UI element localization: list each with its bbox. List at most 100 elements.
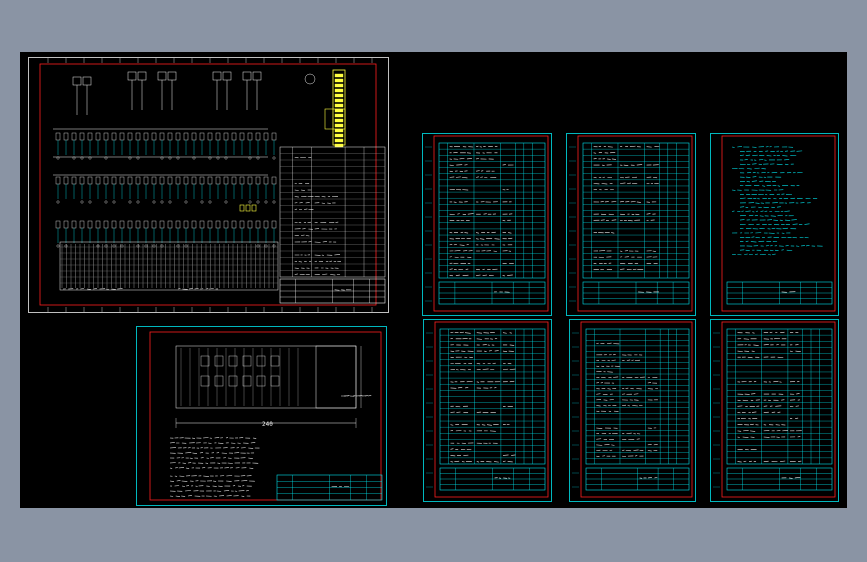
bom-1-cell-text xyxy=(461,177,468,179)
bom-1-cell-text xyxy=(449,268,453,270)
breaker xyxy=(167,132,173,141)
bom-2-cell-text xyxy=(636,164,643,166)
breaker xyxy=(55,132,61,141)
bom-5-cell-text xyxy=(747,356,753,359)
bom-4-cell-text xyxy=(633,393,639,395)
notes-text xyxy=(232,485,236,487)
contact xyxy=(248,200,252,204)
note-line xyxy=(762,185,766,187)
bom-5-cell-text xyxy=(798,460,802,462)
breaker xyxy=(87,176,93,185)
breaker xyxy=(111,176,117,185)
breaker xyxy=(263,220,269,229)
notes-text xyxy=(189,457,193,459)
sheet-bom-4[interactable] xyxy=(569,319,696,502)
breaker xyxy=(103,220,109,229)
legend-text xyxy=(294,196,299,198)
breaker xyxy=(239,132,245,141)
bom-1-cell-text xyxy=(493,250,497,252)
bom-3-cell-text xyxy=(464,332,471,334)
contact xyxy=(184,244,188,248)
breaker xyxy=(231,132,237,141)
component-box xyxy=(242,71,252,81)
contact xyxy=(112,244,116,248)
bom-1-cell-text xyxy=(502,164,506,166)
bom-4-cell-text xyxy=(596,405,601,407)
breaker xyxy=(135,176,141,185)
component-box xyxy=(167,71,177,81)
bom-2-cell-text xyxy=(611,158,617,160)
breaker xyxy=(191,220,197,229)
panel-device xyxy=(214,355,224,367)
notes-text xyxy=(185,467,190,469)
sheet-bom-5[interactable] xyxy=(710,319,839,502)
contact xyxy=(264,200,268,204)
breaker xyxy=(175,220,181,229)
drawing-canvas[interactable]: 240 xyxy=(20,52,847,508)
sheet-panel-layout[interactable]: 240 xyxy=(136,326,387,506)
bom-5-cell-text xyxy=(773,380,779,383)
breaker xyxy=(135,132,141,141)
panel-device xyxy=(256,375,266,387)
note-line xyxy=(777,185,781,187)
bom-3-cell-text xyxy=(450,331,454,333)
breaker xyxy=(239,176,245,185)
note-line xyxy=(781,249,784,251)
legend-text xyxy=(298,261,302,263)
bom-4-cell-text xyxy=(632,405,638,407)
notes-text xyxy=(227,462,233,464)
note-line xyxy=(804,223,810,225)
bom-3-cell-text xyxy=(450,448,454,450)
note-line xyxy=(755,202,760,204)
bom-1-cell-text xyxy=(479,238,485,240)
notes-text xyxy=(250,442,256,444)
note-line xyxy=(748,214,754,217)
notes-drawing xyxy=(710,133,839,316)
bom-2-cell-text xyxy=(627,220,633,222)
contact xyxy=(272,200,276,204)
contact xyxy=(56,200,60,204)
sheet-bom-3[interactable] xyxy=(423,319,552,502)
bom-3-cell-text xyxy=(502,350,508,352)
legend-text xyxy=(305,202,310,204)
note-line xyxy=(792,237,798,239)
bom-4-cell-text xyxy=(633,449,639,451)
notes-text xyxy=(169,480,175,482)
breaker xyxy=(271,132,277,141)
bom-2-cell-text xyxy=(623,164,629,166)
breaker xyxy=(207,132,213,141)
notes-text xyxy=(223,490,230,492)
breaker xyxy=(175,176,181,185)
bom-5-cell-text xyxy=(775,405,782,407)
note-line xyxy=(739,214,746,217)
sheet-notes[interactable] xyxy=(710,133,839,316)
breaker xyxy=(55,176,61,185)
legend-text xyxy=(299,202,303,204)
notes-text xyxy=(214,437,220,439)
terminal xyxy=(334,83,344,88)
terminal xyxy=(334,133,344,138)
breaker xyxy=(255,132,261,141)
sheet-main-schematic[interactable] xyxy=(28,57,389,313)
bom-4-cell-text xyxy=(626,359,631,361)
bom-5-cell-text xyxy=(737,350,743,352)
contact xyxy=(152,200,156,204)
highlighted-device xyxy=(251,204,257,212)
contact xyxy=(136,244,140,248)
breaker xyxy=(183,220,189,229)
breaker xyxy=(143,132,149,141)
breaker xyxy=(183,132,189,141)
bom-1-drawing xyxy=(422,133,552,316)
sheet-bom-2[interactable] xyxy=(566,133,696,316)
breaker xyxy=(95,132,101,141)
bom-5-title-block-text xyxy=(794,477,801,479)
bom-1-cell-text xyxy=(454,250,461,252)
bom-3-cell-text xyxy=(450,424,454,426)
terminal-caption xyxy=(188,288,194,290)
note-line xyxy=(776,163,783,166)
breaker xyxy=(87,132,93,141)
terminal xyxy=(334,103,344,108)
terminal xyxy=(334,128,344,133)
bom-5-cell-text xyxy=(750,430,756,432)
sheet-bom-1[interactable] xyxy=(422,133,552,316)
